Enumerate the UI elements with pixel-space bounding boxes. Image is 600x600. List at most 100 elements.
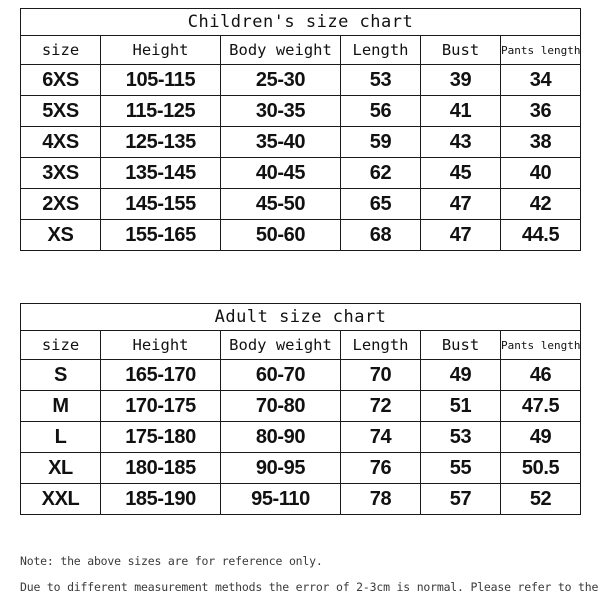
cell-body-weight: 25-30 <box>220 64 341 96</box>
cell-body-weight: 45-50 <box>220 188 341 220</box>
cell-bust: 53 <box>420 421 501 453</box>
column-header-body-weight: Body weight <box>220 35 341 65</box>
cell-length: 76 <box>340 452 421 484</box>
cell-length: 68 <box>340 219 421 251</box>
cell-height: 180-185 <box>100 452 221 484</box>
cell-pants-length: 36 <box>499 95 582 127</box>
cell-size: 2XS <box>20 188 101 220</box>
cell-bust: 51 <box>420 390 501 422</box>
cell-body-weight: 80-90 <box>220 421 341 453</box>
column-header-pants-length: Pants length <box>499 330 582 360</box>
cell-length: 74 <box>340 421 421 453</box>
footnote-line-2: Due to different measurement methods the… <box>20 580 600 594</box>
size-chart-document: Children's size chart size Height Body w… <box>0 0 600 600</box>
column-header-body-weight: Body weight <box>220 330 341 360</box>
cell-length: 62 <box>340 157 421 189</box>
table-title-row: Children's size chart <box>19 8 582 36</box>
cell-pants-length: 40 <box>499 157 582 189</box>
cell-height: 165-170 <box>100 359 221 391</box>
column-header-length: Length <box>340 35 421 65</box>
table-row: XL 180-185 90-95 76 55 50.5 <box>20 452 582 484</box>
cell-size: M <box>20 390 101 422</box>
cell-bust: 41 <box>420 95 501 127</box>
cell-bust: 57 <box>420 483 501 515</box>
adult-table-title: Adult size chart <box>19 303 582 331</box>
cell-size: 6XS <box>20 64 101 96</box>
column-header-bust: Bust <box>420 35 501 65</box>
cell-length: 70 <box>340 359 421 391</box>
cell-body-weight: 40-45 <box>220 157 341 189</box>
cell-height: 185-190 <box>100 483 221 515</box>
table-row: M 170-175 70-80 72 51 47.5 <box>20 390 582 422</box>
cell-height: 125-135 <box>100 126 221 158</box>
cell-size: L <box>20 421 101 453</box>
table-row: S 165-170 60-70 70 49 46 <box>20 359 582 391</box>
table-row: 6XS 105-115 25-30 53 39 34 <box>20 64 582 96</box>
cell-pants-length: 38 <box>499 126 582 158</box>
adult-size-table: Adult size chart size Height Body weight… <box>19 303 582 515</box>
table-row: 5XS 115-125 30-35 56 41 36 <box>20 95 582 127</box>
cell-bust: 49 <box>420 359 501 391</box>
table-row: XS 155-165 50-60 68 47 44.5 <box>20 219 582 251</box>
cell-pants-length: 47.5 <box>499 390 582 422</box>
cell-body-weight: 60-70 <box>220 359 341 391</box>
cell-pants-length: 34 <box>499 64 582 96</box>
cell-pants-length: 46 <box>499 359 582 391</box>
cell-length: 78 <box>340 483 421 515</box>
cell-bust: 45 <box>420 157 501 189</box>
cell-bust: 55 <box>420 452 501 484</box>
cell-height: 170-175 <box>100 390 221 422</box>
table-row: 3XS 135-145 40-45 62 45 40 <box>20 157 582 189</box>
table-header-row: size Height Body weight Length Bust Pant… <box>20 330 582 360</box>
cell-body-weight: 95-110 <box>220 483 341 515</box>
cell-size: 3XS <box>20 157 101 189</box>
cell-size: 4XS <box>20 126 101 158</box>
cell-pants-length: 50.5 <box>499 452 582 484</box>
column-header-size: size <box>20 35 101 65</box>
cell-size: S <box>20 359 101 391</box>
children-size-table: Children's size chart size Height Body w… <box>19 8 582 251</box>
cell-size: XXL <box>20 483 101 515</box>
table-header-row: size Height Body weight Length Bust Pant… <box>20 35 582 65</box>
cell-size: XS <box>20 219 101 251</box>
cell-length: 53 <box>340 64 421 96</box>
cell-length: 59 <box>340 126 421 158</box>
cell-size: 5XS <box>20 95 101 127</box>
table-row: L 175-180 80-90 74 53 49 <box>20 421 582 453</box>
cell-body-weight: 90-95 <box>220 452 341 484</box>
table-row: 2XS 145-155 45-50 65 47 42 <box>20 188 582 220</box>
cell-body-weight: 35-40 <box>220 126 341 158</box>
table-row: 4XS 125-135 35-40 59 43 38 <box>20 126 582 158</box>
column-header-height: Height <box>100 330 221 360</box>
column-header-size: size <box>20 330 101 360</box>
cell-height: 155-165 <box>100 219 221 251</box>
cell-body-weight: 30-35 <box>220 95 341 127</box>
cell-bust: 43 <box>420 126 501 158</box>
cell-pants-length: 52 <box>499 483 582 515</box>
footnote-block: Note: the above sizes are for reference … <box>20 548 600 600</box>
cell-length: 72 <box>340 390 421 422</box>
column-header-length: Length <box>340 330 421 360</box>
children-table-title: Children's size chart <box>19 8 582 36</box>
cell-height: 105-115 <box>100 64 221 96</box>
cell-body-weight: 50-60 <box>220 219 341 251</box>
cell-bust: 47 <box>420 219 501 251</box>
cell-height: 115-125 <box>100 95 221 127</box>
cell-pants-length: 49 <box>499 421 582 453</box>
column-header-height: Height <box>100 35 221 65</box>
cell-height: 145-155 <box>100 188 221 220</box>
cell-height: 135-145 <box>100 157 221 189</box>
footnote-line-1: Note: the above sizes are for reference … <box>20 554 323 568</box>
cell-bust: 47 <box>420 188 501 220</box>
cell-height: 175-180 <box>100 421 221 453</box>
cell-pants-length: 42 <box>499 188 582 220</box>
cell-length: 56 <box>340 95 421 127</box>
cell-bust: 39 <box>420 64 501 96</box>
table-title-row: Adult size chart <box>19 303 582 331</box>
cell-pants-length: 44.5 <box>499 219 582 251</box>
column-header-bust: Bust <box>420 330 501 360</box>
table-row: XXL 185-190 95-110 78 57 52 <box>20 483 582 515</box>
cell-length: 65 <box>340 188 421 220</box>
cell-size: XL <box>20 452 101 484</box>
column-header-pants-length: Pants length <box>499 35 582 65</box>
